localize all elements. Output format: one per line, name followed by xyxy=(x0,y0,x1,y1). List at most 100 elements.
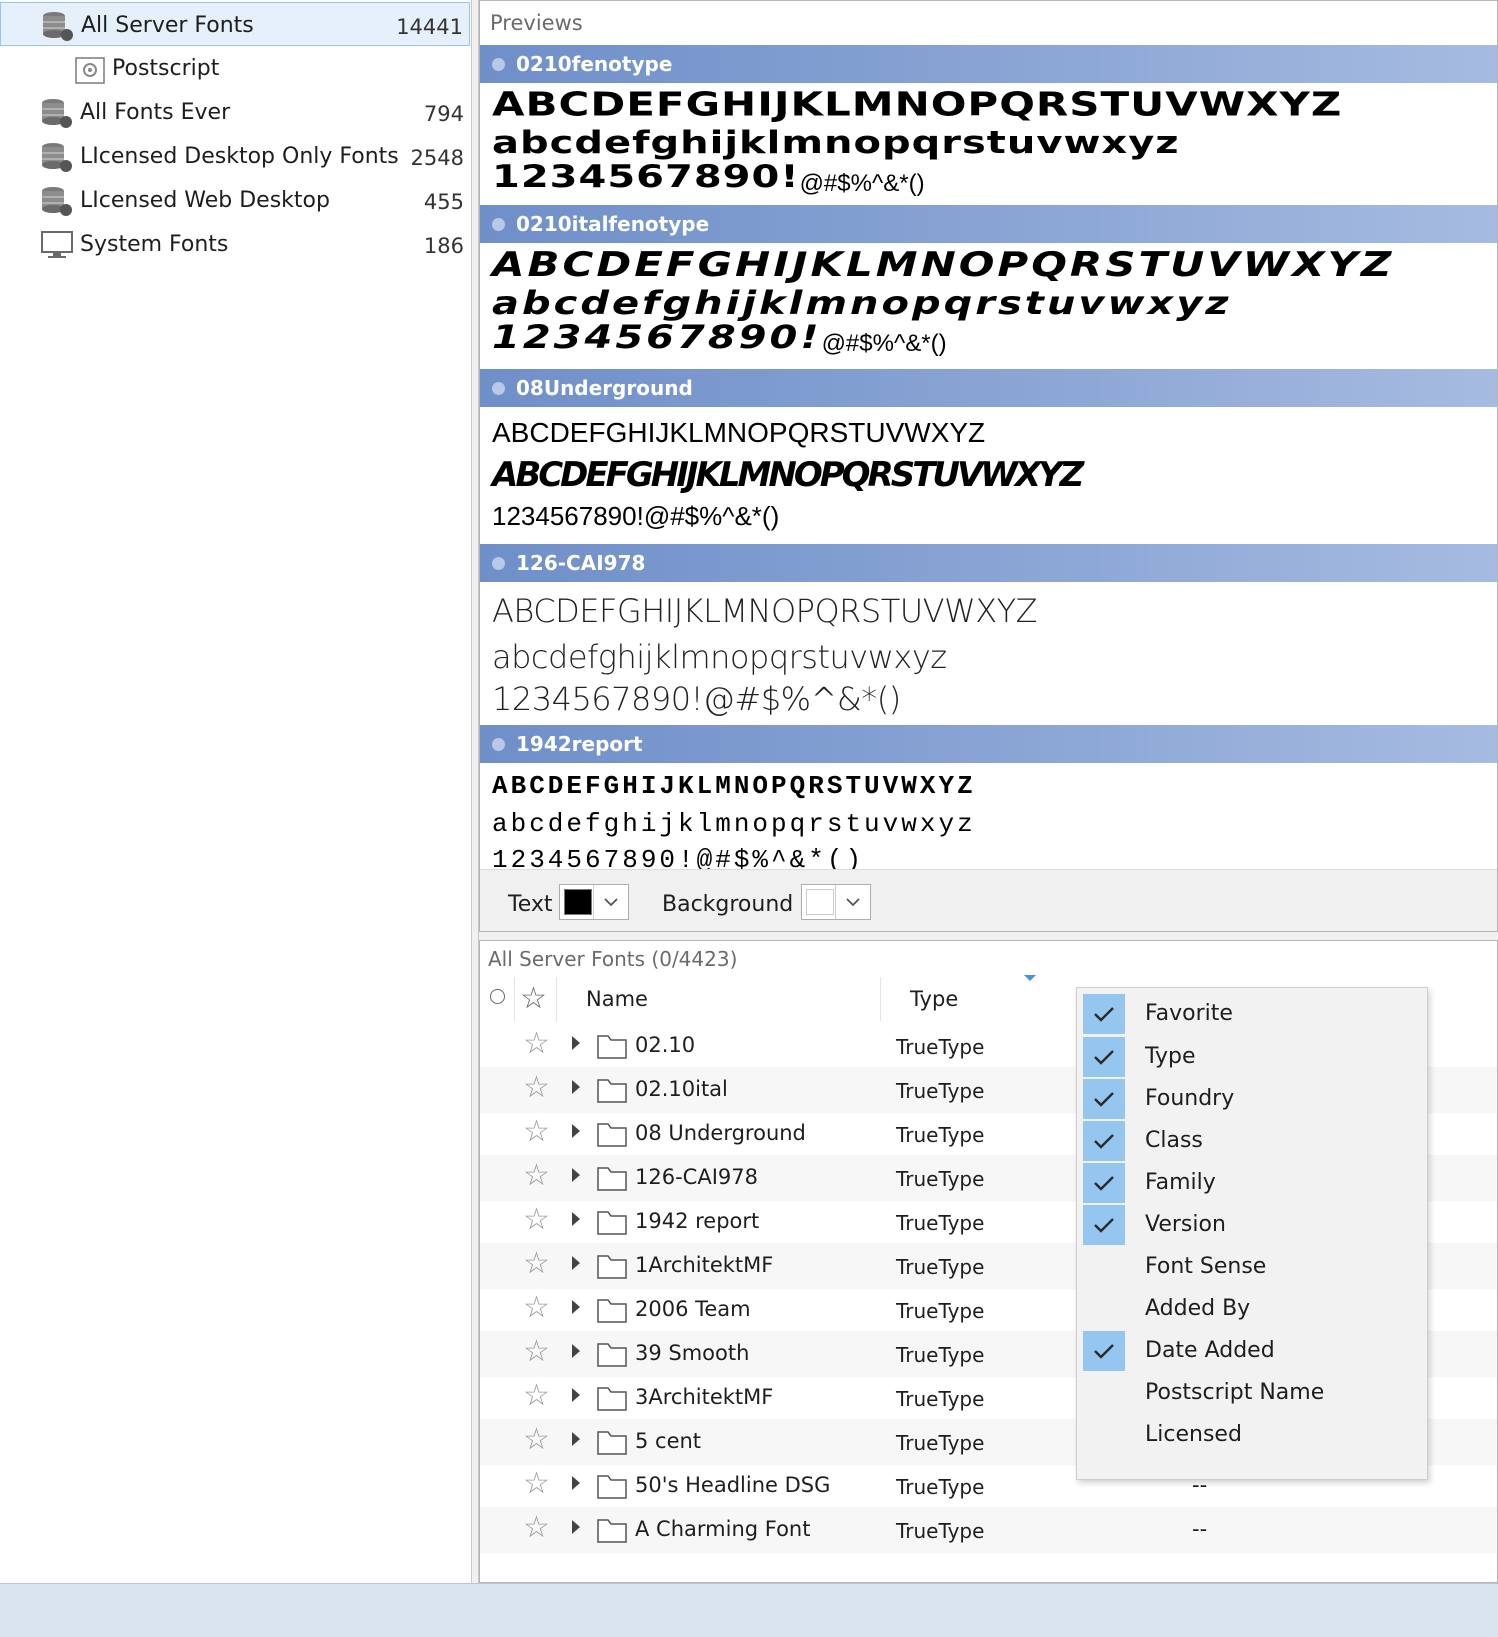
library-item-all-fonts-ever[interactable]: All Fonts Ever 794 xyxy=(0,90,470,134)
expand-arrow-icon[interactable] xyxy=(572,1300,580,1314)
horizontal-splitter[interactable] xyxy=(479,932,1498,940)
expand-arrow-icon[interactable] xyxy=(572,1212,580,1226)
column-header-name[interactable]: Name xyxy=(586,987,648,1011)
library-item-label: Postscript xyxy=(112,56,220,81)
font-type: TrueType xyxy=(896,1299,985,1323)
sample-digits-styled: 1234567890! xyxy=(492,319,822,356)
folder-icon xyxy=(596,1030,628,1062)
background-color-chip xyxy=(806,889,834,915)
menu-item-added-by[interactable]: Added By xyxy=(1077,1287,1427,1331)
library-item-all-server-fonts[interactable]: All Server Fonts 14441 xyxy=(0,2,470,46)
monitor-icon xyxy=(40,229,74,261)
sample-digits-styled: 1234567890! xyxy=(492,501,644,531)
font-type: TrueType xyxy=(896,1079,985,1103)
menu-item-version[interactable]: Version xyxy=(1077,1203,1427,1247)
folder-icon xyxy=(596,1206,628,1238)
menu-item-licensed[interactable]: Licensed xyxy=(1077,1413,1427,1457)
favorite-star-icon[interactable]: ☆ xyxy=(523,1029,550,1059)
favorite-star-icon[interactable]: ☆ xyxy=(523,1425,550,1455)
expand-arrow-icon[interactable] xyxy=(572,1036,580,1050)
font-preview-1942report[interactable]: 1942report ABCDEFGHIJKLMNOPQRSTUVWXYZ ab… xyxy=(480,725,1497,869)
favorite-star-icon[interactable]: ☆ xyxy=(523,1513,550,1543)
previews-panel: Previews 0210fenotype ABCDEFGHIJKLMNOPQR… xyxy=(479,0,1498,932)
font-type: TrueType xyxy=(896,1035,985,1059)
favorite-star-icon[interactable]: ☆ xyxy=(523,1205,550,1235)
expand-arrow-icon[interactable] xyxy=(572,1124,580,1138)
library-item-count: 14441 xyxy=(396,15,463,39)
table-row[interactable]: ☆ A Charming Font TrueType -- xyxy=(480,1507,1497,1553)
menu-item-type[interactable]: Type xyxy=(1077,1035,1427,1079)
column-separator[interactable] xyxy=(556,977,557,1021)
font-type: TrueType xyxy=(896,1211,985,1235)
font-preview-0210italfenotype[interactable]: 0210italfenotype ABCDEFGHIJKLMNOPQRSTUVW… xyxy=(480,205,1497,365)
sample-digits: 1234567890!@#$%^&*() xyxy=(492,319,947,365)
font-type: TrueType xyxy=(896,1519,985,1543)
column-separator[interactable] xyxy=(514,977,515,1021)
menu-item-favorite[interactable]: Favorite xyxy=(1077,992,1427,1036)
font-preview-08underground[interactable]: 08Underground ABCDEFGHIJKLMNOPQRSTUVWXYZ… xyxy=(480,369,1497,545)
folder-icon xyxy=(596,1162,628,1194)
sample-uppercase: ABCDEFGHIJKLMNOPQRSTUVWXYZ xyxy=(492,592,1038,630)
font-type: TrueType xyxy=(896,1431,985,1455)
favorite-star-icon[interactable]: ☆ xyxy=(523,1249,550,1279)
expand-arrow-icon[interactable] xyxy=(572,1520,580,1534)
font-preview-name: 1942report xyxy=(516,732,643,756)
folder-icon xyxy=(596,1470,628,1502)
menu-item-date-added[interactable]: Date Added xyxy=(1077,1329,1427,1373)
sample-lowercase: abcdefghijklmnopqrstuvwxyz xyxy=(492,638,947,676)
font-preview-bar[interactable]: 0210fenotype xyxy=(480,45,1497,83)
library-item-label: All Server Fonts xyxy=(81,13,254,38)
library-item-count: 186 xyxy=(423,234,464,258)
font-preview-0210fenotype[interactable]: 0210fenotype ABCDEFGHIJKLMNOPQRSTUVWXYZ … xyxy=(480,45,1497,207)
expand-arrow-icon[interactable] xyxy=(572,1432,580,1446)
font-preview-bar[interactable]: 08Underground xyxy=(480,369,1497,407)
sample-uppercase: ABCDEFGHIJKLMNOPQRSTUVWXYZ xyxy=(492,245,1395,285)
font-name: 08 Underground xyxy=(635,1121,806,1145)
favorite-column-star-icon[interactable]: ☆ xyxy=(520,981,547,1016)
checkmark-icon xyxy=(1083,1205,1125,1245)
font-preview-bar[interactable]: 1942report xyxy=(480,725,1497,763)
menu-item-label: Date Added xyxy=(1145,1338,1275,1363)
font-preview-name: 08Underground xyxy=(516,376,693,400)
favorite-star-icon[interactable]: ☆ xyxy=(523,1073,550,1103)
preview-color-toolbar: Text Background xyxy=(480,869,1497,931)
favorite-star-icon[interactable]: ☆ xyxy=(523,1117,550,1147)
menu-item-postscript-name[interactable]: Postscript Name xyxy=(1077,1371,1427,1415)
font-type: TrueType xyxy=(896,1387,985,1411)
column-header-type[interactable]: Type xyxy=(910,987,958,1011)
chevron-down-icon xyxy=(593,885,628,919)
expand-arrow-icon[interactable] xyxy=(572,1080,580,1094)
expand-arrow-icon[interactable] xyxy=(572,1344,580,1358)
column-visibility-menu: Favorite Type Foundry Class Family Versi… xyxy=(1076,987,1428,1480)
folder-icon xyxy=(596,1118,628,1150)
font-name: 02.10 xyxy=(635,1033,696,1057)
menu-item-foundry[interactable]: Foundry xyxy=(1077,1077,1427,1121)
font-preview-126-cai978[interactable]: 126-CAI978 ABCDEFGHIJKLMNOPQRSTUVWXYZ ab… xyxy=(480,544,1497,726)
favorite-star-icon[interactable]: ☆ xyxy=(523,1161,550,1191)
library-item-count: 794 xyxy=(423,102,464,126)
expand-arrow-icon[interactable] xyxy=(572,1256,580,1270)
library-item-postscript[interactable]: Postscript xyxy=(0,46,470,90)
font-preview-name: 0210fenotype xyxy=(516,52,673,76)
expand-arrow-icon[interactable] xyxy=(572,1388,580,1402)
font-preview-bar[interactable]: 0210italfenotype xyxy=(480,205,1497,243)
menu-item-font-sense[interactable]: Font Sense xyxy=(1077,1245,1427,1289)
favorite-star-icon[interactable]: ☆ xyxy=(523,1293,550,1323)
font-preview-bar[interactable]: 126-CAI978 xyxy=(480,544,1497,582)
expand-arrow-icon[interactable] xyxy=(572,1168,580,1182)
library-item-system-fonts[interactable]: System Fonts 186 xyxy=(0,222,470,266)
favorite-star-icon[interactable]: ☆ xyxy=(523,1381,550,1411)
library-item-licensed-web-desktop[interactable]: LIcensed Web Desktop 455 xyxy=(0,178,470,222)
expand-arrow-icon[interactable] xyxy=(572,1476,580,1490)
favorite-star-icon[interactable]: ☆ xyxy=(523,1337,550,1367)
sample-uppercase: ABCDEFGHIJKLMNOPQRSTUVWXYZ xyxy=(492,85,1343,124)
activation-column-icon[interactable] xyxy=(490,989,505,1004)
column-separator[interactable] xyxy=(880,977,881,1021)
background-color-picker[interactable] xyxy=(801,884,871,920)
library-item-licensed-desktop-only[interactable]: LIcensed Desktop Only Fonts 2548 xyxy=(0,134,470,178)
favorite-star-icon[interactable]: ☆ xyxy=(523,1469,550,1499)
menu-item-class[interactable]: Class xyxy=(1077,1119,1427,1163)
panel-splitter[interactable] xyxy=(472,0,479,1583)
menu-item-family[interactable]: Family xyxy=(1077,1161,1427,1205)
text-color-picker[interactable] xyxy=(559,884,629,920)
